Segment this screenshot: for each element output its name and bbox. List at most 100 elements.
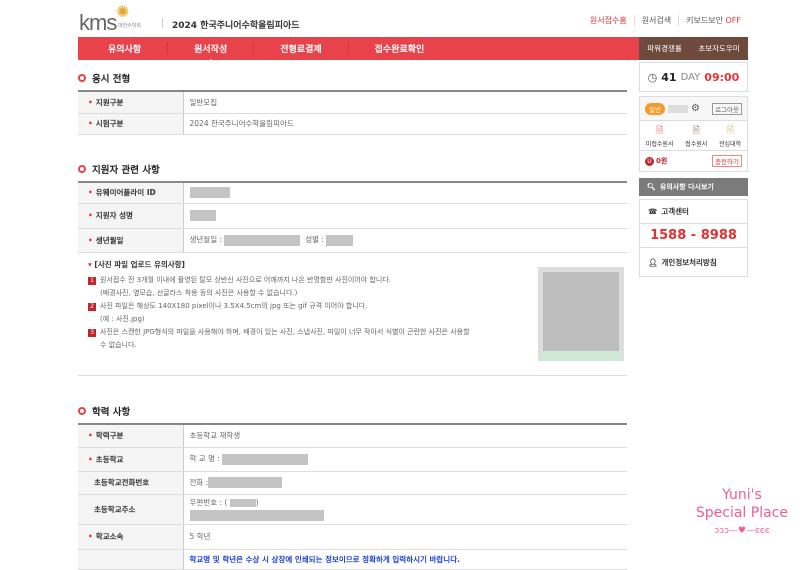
row-label — [78, 549, 184, 570]
table-row: 초등학교주소 우편번호 : ( ) — [78, 494, 627, 525]
masked-school — [222, 453, 309, 465]
submitted-applications[interactable]: 🗎 접수원서 — [685, 123, 707, 148]
icon-label: 관심대학 — [719, 141, 742, 148]
cs-phone: 1588 - 8988 — [640, 224, 747, 248]
table-row: 학력구분초등학교 재학생 — [78, 424, 627, 448]
privacy-policy-link[interactable]: 👤︎ 개인정보처리방침 — [640, 248, 747, 276]
row-value: 5 학년 — [183, 524, 627, 550]
kms-logo[interactable]: kms — [79, 10, 117, 36]
side-nav: 파워경쟁률 초보자도우미 — [639, 37, 748, 60]
power-competition-link[interactable]: 파워경쟁률 — [647, 43, 682, 54]
favorite-universities[interactable]: 🗎 관심대학 — [719, 123, 741, 148]
clock-icon: ◷ — [647, 70, 658, 84]
row-label: 초등학교주소 — [78, 494, 184, 525]
row-label: 유웨이어플라이 ID — [78, 182, 184, 204]
notice-line: 사진 파일은 해상도 140X180 pixel이나 3.5X4.5cm의 jp… — [100, 301, 368, 310]
privacy-label: 개인정보처리방침 — [661, 257, 717, 267]
section-heading: 응시 전형 — [92, 74, 131, 85]
number-badge: 1 — [88, 276, 96, 285]
search-icon: 🔍︎ — [647, 183, 656, 191]
tab-notice[interactable]: 유의사항 — [78, 42, 167, 55]
row-label: 초등학교 — [78, 447, 184, 472]
vine-ornament-icon: ͻͻͻ—♥—ͼͼͼ — [714, 526, 770, 536]
row-label: 시험구분 — [78, 113, 184, 135]
document-star-icon: 🗎 — [726, 126, 734, 136]
masked-id — [189, 187, 230, 199]
section-title-education: 학력 사항 — [78, 404, 130, 418]
watermark-line: Special Place — [695, 505, 788, 521]
row-label: 생년월일 — [78, 228, 184, 253]
document-check-icon: 🗎 — [692, 126, 700, 136]
days-count: 41 — [661, 70, 677, 84]
top-links: 원서접수홈 원서검색 키보드보안 OFF — [583, 15, 748, 26]
member-badge: 일반 — [645, 102, 665, 115]
applicant-photo[interactable] — [538, 266, 624, 361]
row-label: 지원자 성명 — [78, 203, 184, 229]
gear-icon[interactable]: ⚙ — [691, 103, 700, 114]
beginner-help-link[interactable]: 초보자도우미 — [698, 43, 739, 54]
person-icon: 👤︎ — [648, 257, 658, 267]
logout-button[interactable]: 로그아웃 — [712, 102, 742, 115]
site-title: 2024 한국주니어수학올림피아드 — [172, 21, 300, 31]
cs-title: 고객센터 — [661, 207, 689, 216]
masked-zip — [229, 499, 256, 507]
link-search[interactable]: 원서검색 — [633, 15, 678, 26]
table-row: 지원자 성명 — [78, 203, 627, 229]
tab-application[interactable]: 원서작성 — [167, 42, 253, 62]
ring-icon — [78, 74, 86, 82]
table-row: 유웨이어플라이 ID — [78, 182, 627, 204]
document-x-icon: 🗎 — [656, 126, 664, 136]
birth-label: 생년월일 : — [189, 235, 223, 245]
notice-item: 3 사진은 스캔한 JPG형식의 파일을 사용해야 하며, 배경이 있는 사진, … — [88, 326, 508, 339]
row-value: 일반모집 — [183, 91, 627, 114]
row-label: 초등학교전화번호 — [78, 471, 184, 495]
keyboard-status: OFF — [725, 16, 742, 25]
notice-item: 2 사진 파일은 해상도 140X180 pixel이나 3.5X4.5cm의 j… — [88, 300, 488, 313]
exam-table: 지원구분일반모집 시험구분2024 한국주니어수학올림피아드 — [78, 90, 627, 135]
table-row: 학교명 및 학년은 수상 시 상장에 인쇄되는 정보이므로 정확하게 입력하시기… — [78, 549, 627, 570]
phone-label: 전화 : — [189, 477, 209, 487]
notice-line: 수 없습니다. — [100, 340, 137, 349]
notice-line: (예 : 사진.jpg) — [100, 314, 145, 323]
charge-button[interactable]: 충전하기 — [712, 155, 742, 167]
main-nav: 유의사항 원서작성 전형료결제 접수완료확인 — [78, 37, 639, 62]
table-row: 초등학교 학 교 명 : — [78, 447, 627, 472]
applicant-table: 유웨이어플라이 ID 지원자 성명 생년월일 생년월일 : 성별 : [사진 파일… — [78, 181, 627, 376]
keyboard-security-toggle[interactable]: 키보드보안 OFF — [678, 15, 748, 26]
tab-confirm[interactable]: 접수완료확인 — [347, 42, 451, 55]
notice-line: 원서접수 전 3개월 이내에 촬영된 탈모 상반신 사진으로 어깨까지 나온 반… — [100, 275, 391, 284]
icon-label: 미접수원서 — [645, 141, 674, 148]
section-heading: 학력 사항 — [92, 407, 131, 418]
photo-notice-row: [사진 파일 업로드 유의사항] 1원서접수 전 3개월 이내에 촬영된 탈모 … — [78, 252, 627, 376]
ring-icon — [78, 407, 86, 415]
table-row: 생년월일 생년월일 : 성별 : — [78, 228, 627, 253]
table-row: 초등학교전화번호 전화 : — [78, 471, 627, 495]
notice-review-button[interactable]: 🔍︎ 유의사항 다시보기 — [639, 178, 748, 196]
user-box: 일반 ⚙ 로그아웃 🗎 미접수원서 🗎 접수원서 🗎 관심대학 U 0원 충전하기 — [639, 96, 748, 172]
unsubmitted-applications[interactable]: 🗎 미접수원서 — [646, 123, 674, 148]
row-label: 지원구분 — [78, 91, 184, 114]
masked-name — [189, 210, 216, 221]
points-balance: 0원 — [656, 157, 668, 165]
headset-icon: ☎ — [648, 207, 658, 216]
table-row: 학교소속5 학년 — [78, 524, 627, 550]
notice-line: 사진은 스캔한 JPG형식의 파일을 사용해야 하며, 배경이 있는 사진, 스… — [100, 327, 470, 336]
divider — [162, 18, 163, 28]
masked-birth — [224, 234, 301, 246]
day-label: DAY — [680, 71, 701, 83]
keyboard-label: 키보드보안 — [686, 16, 723, 25]
time-remaining: 09:00 — [704, 70, 740, 84]
masked-gender — [326, 234, 354, 246]
button-label: 유의사항 다시보기 — [659, 183, 714, 191]
masked-address — [189, 510, 324, 521]
row-label: 학력구분 — [78, 424, 184, 448]
school-info-notice: 학교명 및 학년은 수상 시 상장에 인쇄되는 정보이므로 정확하게 입력하시기… — [183, 549, 627, 570]
notice-item: 1 원서접수 전 3개월 이내에 촬영된 탈모 상반신 사진으로 어깨까지 나온 … — [88, 274, 488, 287]
table-row: 지원구분일반모집 — [78, 91, 627, 114]
tab-payment[interactable]: 전형료결제 — [253, 42, 347, 55]
table-row: 시험구분2024 한국주니어수학올림피아드 — [78, 113, 627, 135]
row-label: 학교소속 — [78, 524, 184, 550]
link-home[interactable]: 원서접수홈 — [583, 15, 634, 26]
dday-box: ◷ 41 DAY 09:00 — [639, 62, 748, 92]
masked-username — [667, 104, 688, 113]
